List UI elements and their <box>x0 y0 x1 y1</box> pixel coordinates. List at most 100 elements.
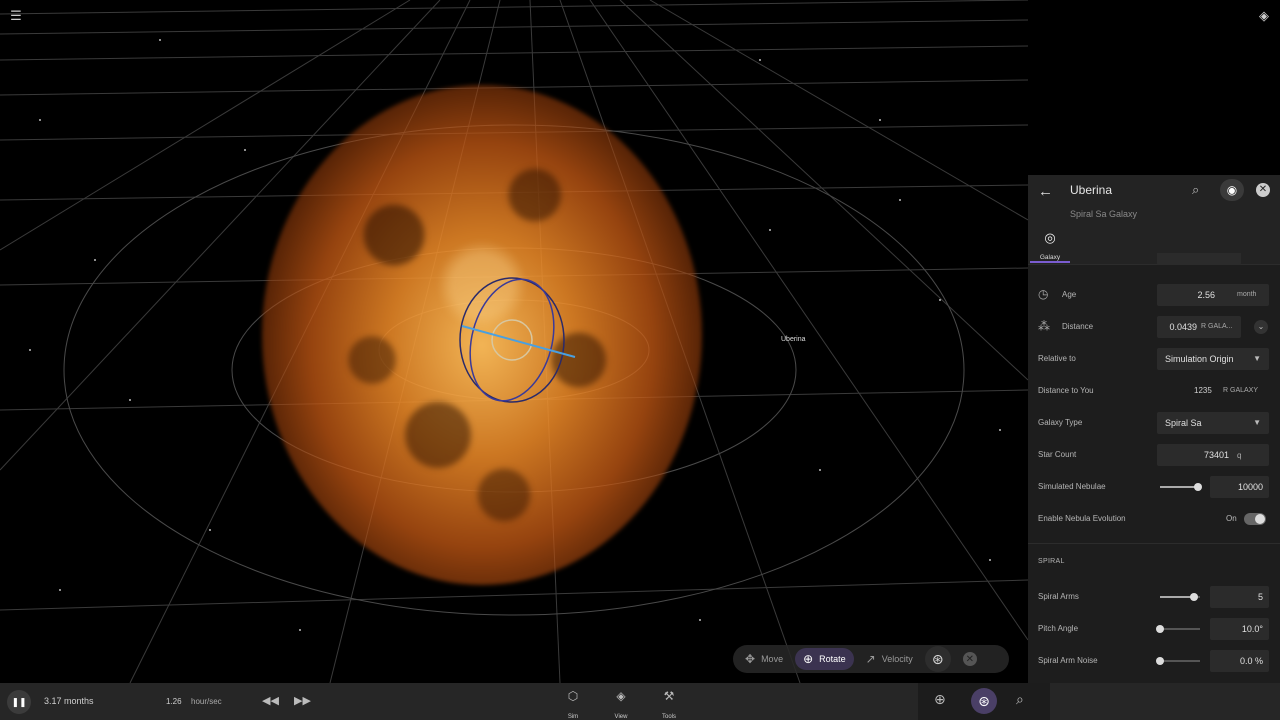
add-circle-icon[interactable]: ⊕ <box>934 691 946 708</box>
nav-sim[interactable]: ⬡ Sim <box>558 687 588 720</box>
galaxy-type-dropdown[interactable]: Spiral Sa ▼ <box>1157 412 1269 434</box>
caret-down-icon: ▼ <box>1253 418 1261 427</box>
relative-to-value: Simulation Origin <box>1165 354 1234 364</box>
distance-to-you-unit: R GALAXY <box>1223 387 1259 394</box>
simulated-nebulae-slider[interactable] <box>1160 483 1202 491</box>
spiral-arm-noise-label: Spiral Arm Noise <box>1038 656 1098 665</box>
galaxy-type-label: Galaxy Type <box>1038 418 1083 427</box>
spiral-arms-value: 5 <box>1257 592 1263 602</box>
spiral-arm-noise-input[interactable]: 0.0 % <box>1210 650 1269 672</box>
simulation-viewport[interactable]: Uberina ☰ <box>0 0 1028 683</box>
spiral-arms-slider[interactable] <box>1160 593 1200 601</box>
time-rate-value[interactable]: 1.26 <box>166 697 182 706</box>
relative-to-dropdown[interactable]: Simulation Origin ▼ <box>1157 348 1269 370</box>
app-root: Uberina ☰ ◈ ✥ Move ⊕ Rotate ↗ Velocity ⊛… <box>0 0 1280 720</box>
property-row-spiral-arm-noise: Spiral Arm Noise 0.0 % <box>1028 647 1280 675</box>
pause-icon: ❚❚ <box>11 697 27 707</box>
velocity-tool-button[interactable]: ↗ Velocity <box>858 648 921 670</box>
chevron-down-icon[interactable]: ⌄ <box>1254 320 1268 334</box>
spiral-arm-noise-value: 0.0 % <box>1239 656 1263 666</box>
manipulator-mode-button[interactable]: ⊛ <box>924 646 951 672</box>
object-label[interactable]: Uberina <box>781 336 806 343</box>
distance-icon: ⁂ <box>1038 319 1050 333</box>
object-subtitle: Spiral Sa Galaxy <box>1070 209 1138 219</box>
pause-button[interactable]: ❚❚ <box>7 690 31 714</box>
manipulator-active-button[interactable]: ⊛ <box>971 688 997 714</box>
search-icon[interactable]: ⌕ <box>1016 691 1024 708</box>
close-icon[interactable]: ✕ <box>1256 183 1270 197</box>
velocity-label: Velocity <box>881 654 913 664</box>
spiral-arm-noise-slider[interactable] <box>1156 657 1200 665</box>
layers-icon: ◈ <box>616 689 626 703</box>
star-count-label: Star Count <box>1038 450 1077 459</box>
distance-to-you-value: 1235 <box>1194 386 1212 395</box>
properties-panel: ← Uberina Spiral Sa Galaxy ⌕ ◉ ✕ ◎ Galax… <box>1028 175 1280 683</box>
bottom-right-tools: ⊕ ⊛ ⌕ <box>918 683 1050 720</box>
bottom-toolbar: ❚❚ 3.17 months 1.26 hour/sec ◀◀ ▶▶ ⬡ Sim… <box>0 683 1280 720</box>
distance-value: 0.0439 <box>1169 322 1197 332</box>
nav-tools-label: Tools <box>661 714 676 720</box>
property-row-spiral-arms: Spiral Arms 5 <box>1028 583 1280 611</box>
clock-icon: ◷ <box>1038 287 1049 301</box>
back-arrow-icon[interactable]: ← <box>1038 183 1053 200</box>
object-title: Uberina <box>1070 183 1113 197</box>
move-tool-button[interactable]: ✥ Move <box>737 648 791 670</box>
close-icon: ✕ <box>965 653 974 665</box>
rotate-tool-button[interactable]: ⊕ Rotate <box>795 648 854 670</box>
time-rate-unit: hour/sec <box>191 697 222 706</box>
rotate-icon: ⊕ <box>803 652 814 666</box>
distance-to-you-label: Distance to You <box>1038 386 1094 395</box>
pitch-angle-slider[interactable] <box>1156 625 1200 633</box>
rotate-gizmo[interactable] <box>0 0 1028 683</box>
elapsed-time: 3.17 months <box>44 696 94 706</box>
layers-icon[interactable]: ◈ <box>1256 8 1272 24</box>
nav-view[interactable]: ◈ View <box>606 687 636 720</box>
property-row-galaxy-type: Galaxy Type Spiral Sa ▼ <box>1028 409 1280 437</box>
pitch-angle-value: 10.0° <box>1241 624 1263 634</box>
slider-knob[interactable] <box>1156 625 1164 633</box>
wrench-icon: ⚒ <box>663 689 675 703</box>
partial-field[interactable] <box>1157 253 1241 265</box>
galaxy-icon: ◎ <box>1044 230 1056 245</box>
search-icon[interactable]: ⌕ <box>1192 182 1199 198</box>
slider-knob[interactable] <box>1194 483 1202 491</box>
slider-fill <box>1160 486 1198 488</box>
nav-view-label: View <box>614 714 628 720</box>
fast-forward-icon[interactable]: ▶▶ <box>294 694 311 707</box>
star-count-value: 73401 <box>1203 450 1229 460</box>
simulated-nebulae-label: Simulated Nebulae <box>1038 482 1106 491</box>
toggle-knob <box>1255 514 1265 524</box>
property-row-distance-to-you: Distance to You 1235 R GALAXY <box>1028 377 1280 405</box>
move-icon: ✥ <box>745 652 756 666</box>
property-row-partial <box>1028 253 1280 267</box>
rewind-icon[interactable]: ◀◀ <box>262 694 279 707</box>
slider-fill <box>1160 596 1194 598</box>
distance-field[interactable]: 0.0439 R GALA... <box>1157 316 1241 338</box>
nebula-evolution-toggle[interactable] <box>1244 513 1266 525</box>
slider-knob[interactable] <box>1190 593 1198 601</box>
simulated-nebulae-input[interactable]: 10000 <box>1210 476 1269 498</box>
age-value: 2.56 <box>1197 290 1215 300</box>
move-label: Move <box>761 654 784 664</box>
property-row-star-count: Star Count 73401 q <box>1028 441 1280 469</box>
property-row-nebula-evolution: Enable Nebula Evolution On <box>1028 505 1280 533</box>
slider-knob[interactable] <box>1156 657 1164 665</box>
manipulator-toolbar: ✥ Move ⊕ Rotate ↗ Velocity ⊛ ✕ <box>733 645 1009 673</box>
star-count-field[interactable]: 73401 q <box>1157 444 1269 466</box>
nav-tools[interactable]: ⚒ Tools <box>654 687 684 720</box>
age-field[interactable]: 2.56 month <box>1157 284 1269 306</box>
distance-label: Distance <box>1062 322 1094 331</box>
hamburger-menu-icon[interactable]: ☰ <box>8 8 24 24</box>
eye-icon[interactable]: ◉ <box>1220 179 1244 201</box>
cube-icon: ⬡ <box>567 689 579 703</box>
nebula-evolution-label: Enable Nebula Evolution <box>1038 514 1126 523</box>
close-manipulator-button[interactable]: ✕ <box>962 652 977 666</box>
section-title-spiral: SPIRAL <box>1038 558 1065 565</box>
distance-unit: R GALA... <box>1201 323 1233 330</box>
spiral-arms-label: Spiral Arms <box>1038 592 1079 601</box>
spiral-arms-input[interactable]: 5 <box>1210 586 1269 608</box>
simulated-nebulae-value: 10000 <box>1237 482 1263 492</box>
pitch-angle-input[interactable]: 10.0° <box>1210 618 1269 640</box>
property-row-pitch-angle: Pitch Angle 10.0° <box>1028 615 1280 643</box>
age-unit: month <box>1237 291 1257 298</box>
